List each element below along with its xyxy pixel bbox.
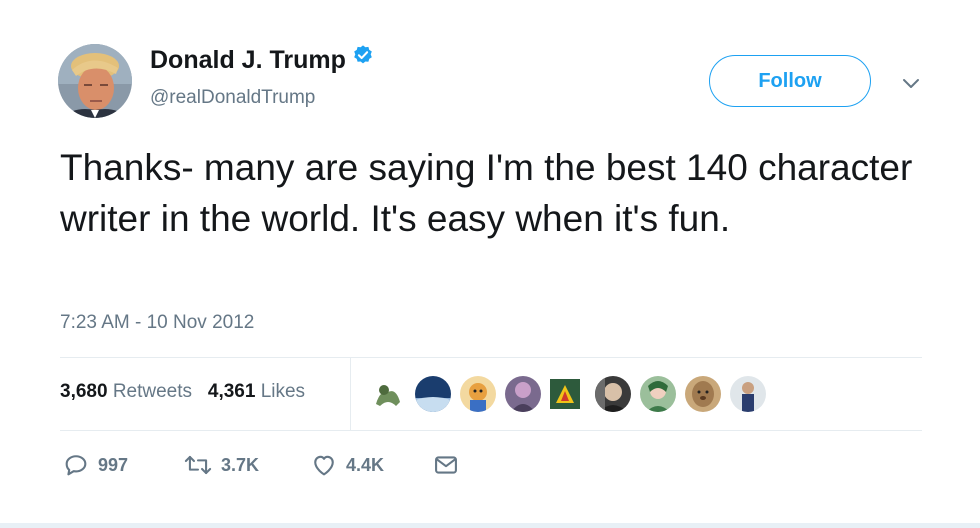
- verified-badge-icon: [352, 44, 374, 73]
- follow-button[interactable]: Follow: [709, 55, 871, 107]
- author-name-text: Donald J. Trump: [150, 46, 346, 74]
- retweets-stat[interactable]: 3,680 Retweets: [60, 381, 192, 402]
- author-name[interactable]: Donald J. Trump: [150, 44, 374, 76]
- retweet-button[interactable]: 3.7K: [183, 448, 259, 482]
- liker-avatar[interactable]: [640, 376, 676, 412]
- liker-avatar[interactable]: [415, 376, 451, 412]
- envelope-icon: [435, 456, 457, 474]
- reply-button[interactable]: 997: [62, 448, 128, 482]
- like-button[interactable]: 4.4K: [310, 448, 384, 482]
- author-handle[interactable]: @realDonaldTrump: [150, 87, 315, 109]
- retweet-count: 3.7K: [221, 454, 260, 475]
- retweets-label: Retweets: [112, 381, 193, 402]
- reply-icon: [65, 455, 87, 476]
- tweet-timestamp[interactable]: 7:23 AM - 10 Nov 2012: [60, 312, 254, 334]
- likes-count: 4,361: [207, 381, 256, 402]
- heart-icon: [314, 455, 334, 476]
- divider-bottom: [60, 430, 922, 431]
- liker-avatar[interactable]: [370, 376, 406, 412]
- chevron-down-icon[interactable]: [900, 72, 922, 94]
- tweet-stats: 3,680 Retweets 4,361 Likes: [60, 381, 305, 403]
- reply-count: 997: [98, 454, 129, 475]
- divider-vertical: [350, 358, 351, 430]
- liker-avatar[interactable]: [730, 376, 766, 412]
- liker-avatar[interactable]: [685, 376, 721, 412]
- tweet-text: Thanks- many are saying I'm the best 140…: [60, 147, 913, 239]
- retweet-icon: [184, 455, 212, 475]
- liker-avatar[interactable]: [505, 376, 541, 412]
- likes-label: Likes: [260, 381, 306, 402]
- retweets-count: 3,680: [60, 381, 108, 402]
- likes-stat[interactable]: 4,361 Likes: [208, 381, 305, 402]
- direct-message-button[interactable]: [432, 448, 460, 482]
- like-count: 4.4K: [346, 454, 385, 475]
- divider-top: [60, 357, 922, 358]
- liker-avatar[interactable]: [550, 379, 580, 409]
- author-avatar[interactable]: [58, 44, 132, 118]
- liker-avatar[interactable]: [460, 376, 496, 412]
- card-bottom-border: [0, 523, 980, 528]
- liker-avatar[interactable]: [595, 376, 631, 412]
